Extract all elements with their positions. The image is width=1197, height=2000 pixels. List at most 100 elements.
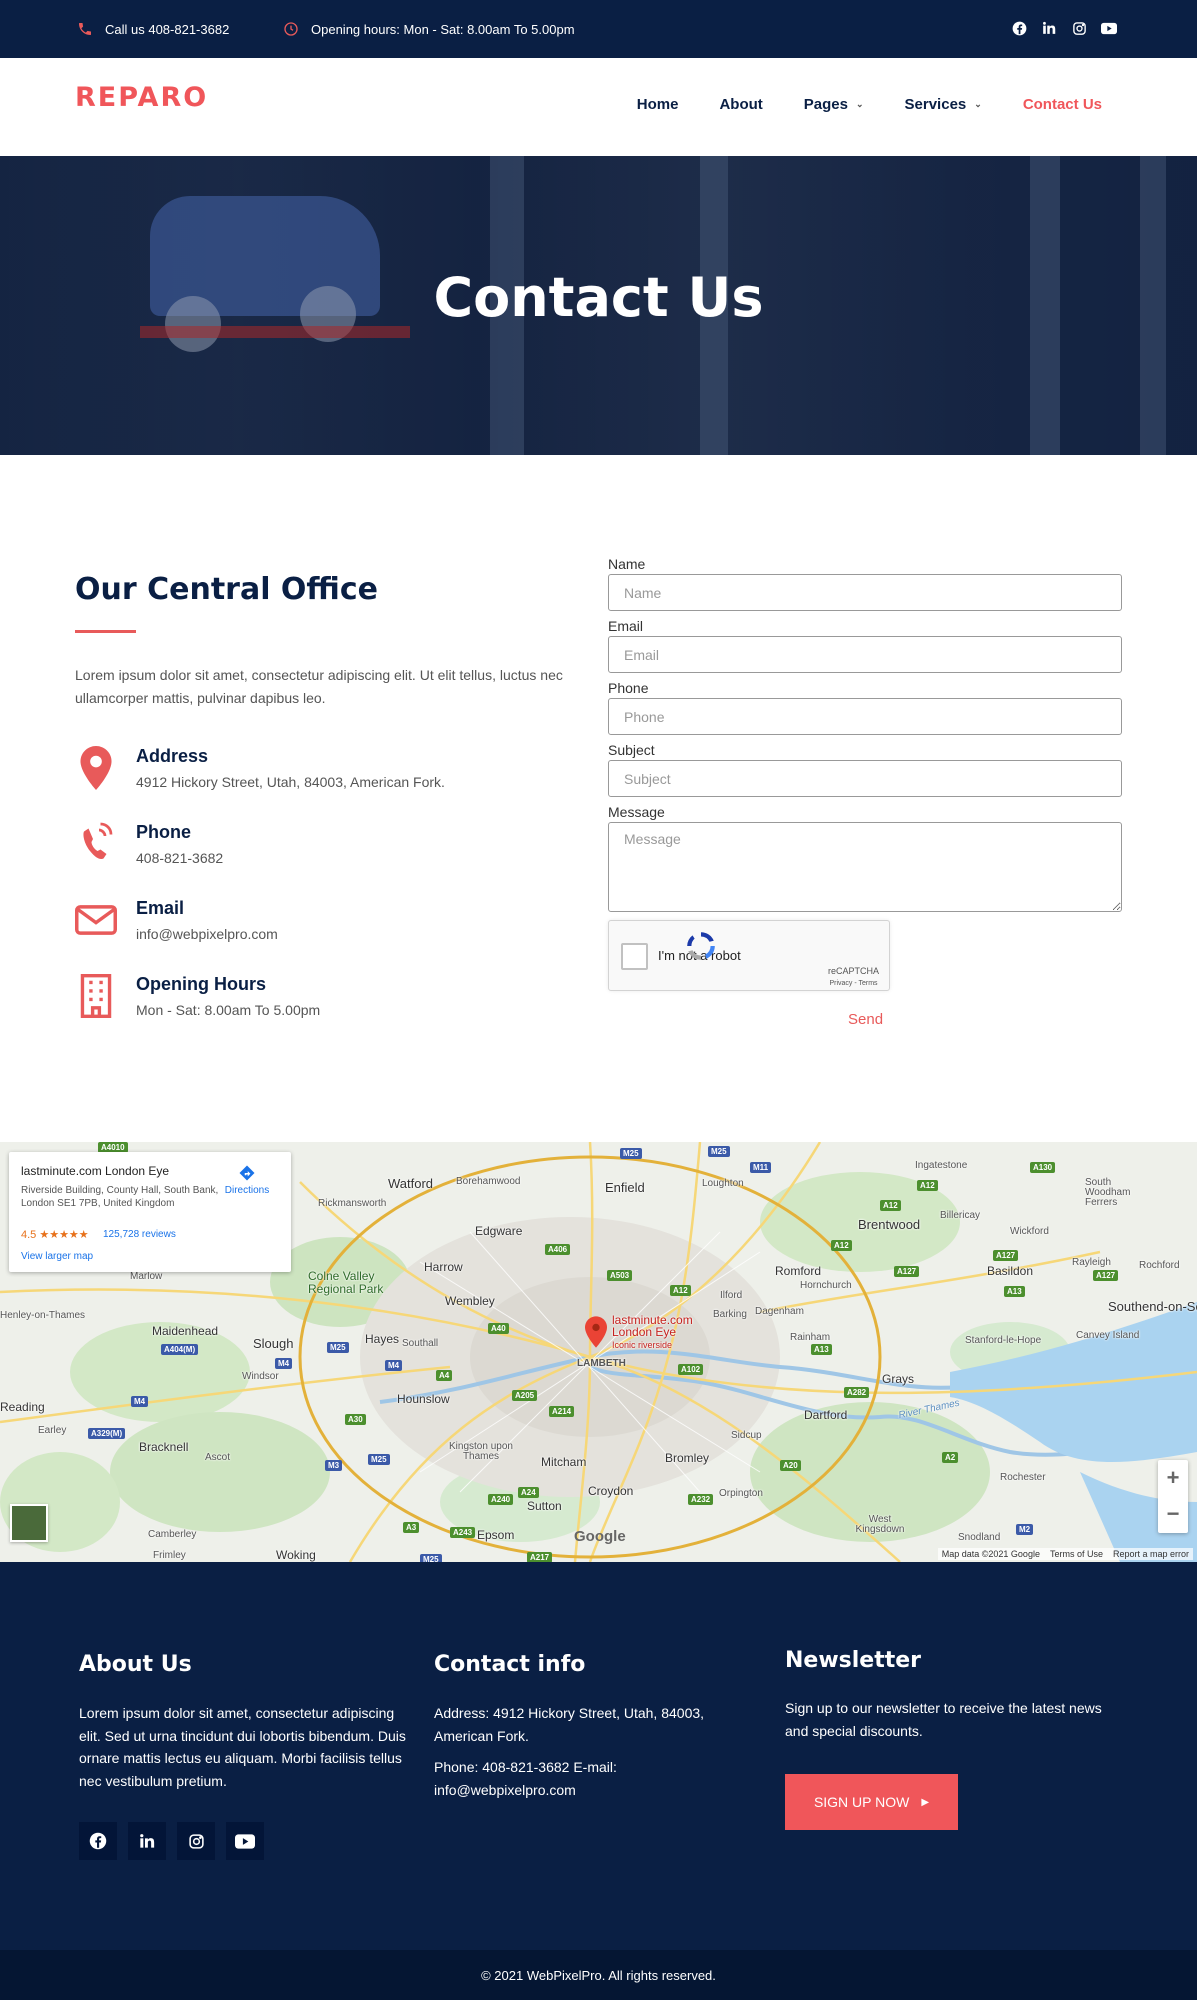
subject-input[interactable]: [608, 760, 1122, 797]
site-logo[interactable]: REPARO: [75, 82, 208, 113]
facebook-icon[interactable]: [79, 1822, 117, 1860]
map-place: Marlow: [130, 1271, 163, 1282]
map-place: Maidenhead: [152, 1324, 219, 1338]
map-attribution: Map data ©2021 Google Terms of Use Repor…: [937, 1548, 1193, 1560]
map-card-address: Riverside Building, County Hall, South B…: [21, 1185, 219, 1209]
instagram-icon[interactable]: [1071, 20, 1087, 36]
map-place: Epsom: [477, 1528, 515, 1542]
linkedin-icon[interactable]: [1041, 20, 1057, 36]
map-place: Stanford-le-Hope: [965, 1335, 1042, 1346]
map-place: Windsor: [242, 1371, 279, 1382]
road-label: M4: [131, 1396, 149, 1407]
map-place: Hayes: [365, 1332, 400, 1346]
map-place: Mitcham: [541, 1455, 587, 1469]
road-label: A4: [436, 1370, 453, 1381]
map-place: Enfield: [605, 1180, 645, 1195]
road-label: A243: [450, 1527, 476, 1538]
view-larger-map-link[interactable]: View larger map: [21, 1251, 93, 1262]
map-place: Rainham: [790, 1332, 831, 1343]
info-value[interactable]: info@webpixelpro.com: [136, 926, 278, 942]
nav-pages-label: Pages: [803, 96, 848, 113]
map-info-card: lastminute.com London Eye Riverside Buil…: [9, 1152, 291, 1272]
phone-input[interactable]: [608, 698, 1122, 735]
facebook-icon[interactable]: [1011, 20, 1027, 36]
road-label: A12: [831, 1240, 852, 1251]
pin-title: lastminute.com London Eye: [612, 1313, 693, 1339]
send-button[interactable]: Send: [848, 1011, 883, 1028]
map-card-reviews[interactable]: 125,728 reviews: [103, 1229, 176, 1240]
map-place: Dagenham: [755, 1306, 804, 1317]
info-title: Opening Hours: [136, 974, 266, 994]
recaptcha-links[interactable]: Privacy - Terms: [829, 980, 877, 987]
nav-home[interactable]: Home: [637, 96, 679, 113]
directions-button[interactable]: Directions: [219, 1164, 275, 1196]
info-value[interactable]: 408-821-3682: [136, 850, 223, 866]
map-place: Croydon: [588, 1484, 634, 1498]
map-data-credit: Map data ©2021 Google: [941, 1549, 1040, 1559]
site-header: REPARO Home About Pages ⌄ Services ⌄ Conta…: [0, 58, 1197, 156]
nav-pages[interactable]: Pages ⌄: [804, 96, 864, 113]
map-zoom-control: + −: [1158, 1460, 1188, 1533]
nav-about-label: About: [719, 96, 763, 113]
instagram-icon[interactable]: [177, 1822, 215, 1860]
road-label: A503: [607, 1270, 633, 1281]
email-input[interactable]: [608, 636, 1122, 673]
phone-icon: [77, 21, 93, 37]
road-label: M4: [385, 1360, 403, 1371]
road-label: A127: [993, 1250, 1019, 1261]
copyright-text: © 2021 WebPixelPro. All rights reserved.: [481, 1967, 716, 1983]
directions-icon: [239, 1165, 255, 1181]
youtube-icon[interactable]: [1101, 20, 1117, 36]
map-place: Kingston upon Thames: [449, 1441, 513, 1462]
topbar-phone-text: Call us 408-821-3682: [105, 21, 230, 37]
directions-label: Directions: [224, 1185, 270, 1196]
nav-about[interactable]: About: [719, 96, 762, 113]
road-label: A127: [1093, 1270, 1119, 1281]
map-place: Bracknell: [139, 1440, 189, 1454]
road-label: A30: [345, 1414, 366, 1425]
envelope-icon: [75, 898, 117, 946]
map-place: Dartford: [804, 1408, 848, 1422]
map-place: Borehamwood: [456, 1176, 521, 1187]
title-underline: [75, 630, 136, 633]
road-label: A205: [512, 1390, 538, 1401]
message-input[interactable]: [608, 822, 1122, 912]
zoom-in-button[interactable]: +: [1158, 1460, 1188, 1496]
sign-up-label: SIGN UP NOW: [813, 1794, 910, 1810]
name-label: Name: [608, 556, 646, 572]
road-label: A12: [880, 1200, 901, 1211]
name-input[interactable]: [608, 574, 1122, 611]
linkedin-icon[interactable]: [128, 1822, 166, 1860]
road-label: A12: [670, 1285, 691, 1296]
map-place: LAMBETH: [577, 1358, 626, 1369]
google-map[interactable]: Watford Borehamwood Enfield Loughton Ing…: [0, 1142, 1197, 1562]
road-label: A13: [811, 1344, 832, 1355]
map-card-name: lastminute.com London Eye: [21, 1164, 170, 1178]
footer-contact-title: Contact info: [434, 1652, 586, 1677]
copyright-bar: © 2021 WebPixelPro. All rights reserved.: [0, 1950, 1197, 2000]
map-place: West Kingsdown: [855, 1514, 905, 1535]
report-error-link[interactable]: Report a map error: [1113, 1549, 1189, 1559]
zoom-out-button[interactable]: −: [1158, 1496, 1188, 1532]
pin-subtitle: Iconic riverside: [612, 1340, 673, 1350]
sign-up-button[interactable]: SIGN UP NOW ▶: [785, 1774, 958, 1830]
topbar-phone[interactable]: Call us 408-821-3682: [77, 0, 229, 58]
map-place: South Woodham Ferrers: [1085, 1177, 1131, 1208]
nav-contact[interactable]: Contact Us: [1023, 96, 1102, 113]
map-place: Ascot: [205, 1452, 231, 1463]
map-place: Wickford: [1010, 1226, 1049, 1237]
footer-about-title: About Us: [79, 1652, 192, 1677]
road-label: M25: [368, 1454, 390, 1465]
map-satellite-toggle[interactable]: [10, 1504, 48, 1542]
map-pin[interactable]: [585, 1316, 607, 1353]
recaptcha-checkbox[interactable]: [621, 943, 648, 970]
road-label: A214: [549, 1406, 575, 1417]
road-label: A130: [1030, 1162, 1056, 1173]
terms-link[interactable]: Terms of Use: [1050, 1549, 1103, 1559]
nav-services[interactable]: Services ⌄: [905, 96, 982, 113]
road-label: A406: [545, 1244, 571, 1255]
map-place: Billericay: [940, 1210, 981, 1221]
youtube-icon[interactable]: [226, 1822, 264, 1860]
map-place: Rochester: [1000, 1472, 1046, 1483]
nav-services-label: Services: [904, 96, 967, 113]
